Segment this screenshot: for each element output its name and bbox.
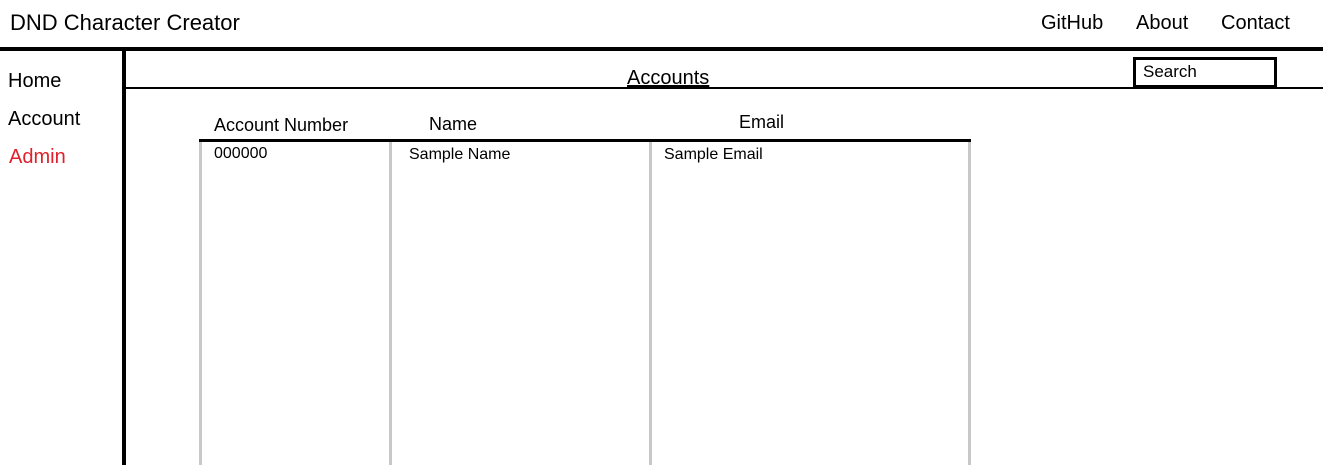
top-nav: GitHub About Contact [0, 9, 1323, 37]
title-divider [126, 87, 1323, 89]
column-border [389, 142, 392, 465]
cell-email: Sample Email [664, 146, 763, 163]
column-header-email: Email [739, 112, 785, 132]
nav-link-contact[interactable]: Contact [1221, 9, 1290, 37]
nav-link-github[interactable]: GitHub [1041, 9, 1103, 37]
search-input[interactable]: Search [1133, 57, 1277, 88]
cell-account-number: 000000 [214, 145, 268, 162]
sidebar-divider [122, 51, 126, 465]
column-border [199, 142, 202, 465]
sidebar-item-account[interactable]: Account [8, 106, 80, 132]
sidebar-item-admin[interactable]: Admin [9, 144, 66, 170]
column-border [968, 142, 971, 465]
app-root: DND Character Creator GitHub About Conta… [0, 0, 1323, 465]
table-header-divider [199, 139, 971, 142]
column-header-name: Name [429, 114, 478, 134]
search-placeholder: Search [1143, 62, 1197, 81]
header-divider [0, 47, 1323, 51]
column-header-account-number: Account Number [214, 115, 349, 135]
cell-name: Sample Name [409, 146, 511, 163]
sidebar-item-home[interactable]: Home [8, 68, 61, 94]
nav-link-about[interactable]: About [1136, 9, 1188, 37]
column-border [649, 142, 652, 465]
